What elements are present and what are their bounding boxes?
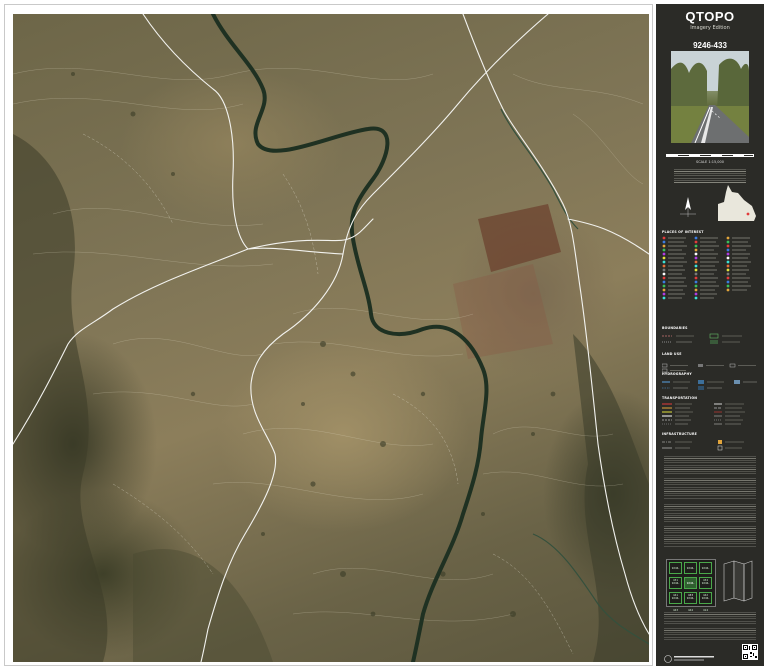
- grid-info-text: [674, 169, 746, 183]
- legend-heading-places: PLACES OF INTEREST: [662, 230, 704, 234]
- forest-patch: [573, 334, 649, 662]
- index-cell[interactable]: 9246-441: [669, 577, 682, 597]
- hydrography-symbols: [662, 380, 757, 390]
- queensland-government-logo: [664, 655, 714, 663]
- road-photo-image: [671, 51, 749, 143]
- sheet-number: 9246-433: [693, 41, 727, 50]
- index-cell[interactable]: 9246-444: [684, 592, 697, 612]
- satellite-imagery-map[interactable]: [13, 14, 649, 662]
- data-sources-text: [664, 526, 756, 548]
- legend-boundaries: [662, 332, 758, 346]
- cultivated-field: [478, 204, 561, 272]
- index-cell[interactable]: 9246-414: [699, 592, 712, 612]
- index-cell-current: 9246-433: [684, 577, 697, 597]
- legend-heading-infrastructure: INFRASTRUCTURE: [662, 432, 697, 436]
- legend-panel: QTOPO Imagery Edition 9246-433 SCALE 1:1…: [656, 4, 764, 666]
- index-cell[interactable]: 9246-442: [699, 577, 712, 597]
- index-cell[interactable]: 9246-432: [684, 562, 697, 582]
- legend-heading-land-use: LAND USE: [662, 352, 682, 356]
- north-arrow-icon: [680, 197, 696, 217]
- roads: [13, 14, 649, 662]
- copyright-text: [664, 504, 756, 522]
- imagery-notes-text: [664, 456, 756, 474]
- map-series-title: QTOPO: [685, 9, 735, 24]
- legend-heading-hydrography: HYDROGRAPHY: [662, 372, 692, 376]
- legend-infrastructure: [662, 438, 758, 452]
- scale-label: SCALE 1:15,000: [696, 160, 724, 164]
- reprint-notice-text: [664, 612, 756, 624]
- forest-patch: [13, 134, 108, 662]
- legend-symbols: [662, 236, 751, 300]
- transportation-symbols: [662, 403, 745, 425]
- scale-bar: [666, 154, 754, 157]
- legend-heading-transportation: TRANSPORTATION: [662, 396, 698, 400]
- map-overlay: [13, 14, 649, 662]
- river: [211, 14, 489, 662]
- qr-code-icon[interactable]: [742, 644, 758, 660]
- forest-patch: [133, 548, 273, 662]
- legend-transportation: [662, 402, 758, 428]
- infrastructure-symbols: [662, 440, 744, 451]
- map-fold-diagram-icon: [723, 560, 753, 602]
- cover-photo: [671, 51, 749, 143]
- edition-label: Imagery Edition: [690, 25, 730, 31]
- map-frame: [4, 4, 653, 666]
- disclaimer-text: [664, 478, 756, 500]
- legend-heading-boundaries: BOUNDARIES: [662, 326, 688, 330]
- topographic-map-sheet: QTOPO Imagery Edition 9246-433 SCALE 1:1…: [0, 0, 768, 671]
- legal-text: [664, 628, 756, 640]
- adjoining-sheets-index: 9246-431 9246-432 9246-434 9246-441 9246…: [666, 559, 716, 612]
- legend-hydrography: [662, 378, 758, 392]
- boundary-symbols: [662, 333, 742, 344]
- index-cell[interactable]: 9246-431: [669, 562, 682, 582]
- legend-land-use: [661, 358, 758, 373]
- queensland-locator-map: [718, 185, 756, 221]
- index-cell[interactable]: 9246-434: [699, 562, 712, 582]
- index-cell[interactable]: 9246-443: [669, 592, 682, 612]
- legend-places-of-interest: [662, 236, 758, 306]
